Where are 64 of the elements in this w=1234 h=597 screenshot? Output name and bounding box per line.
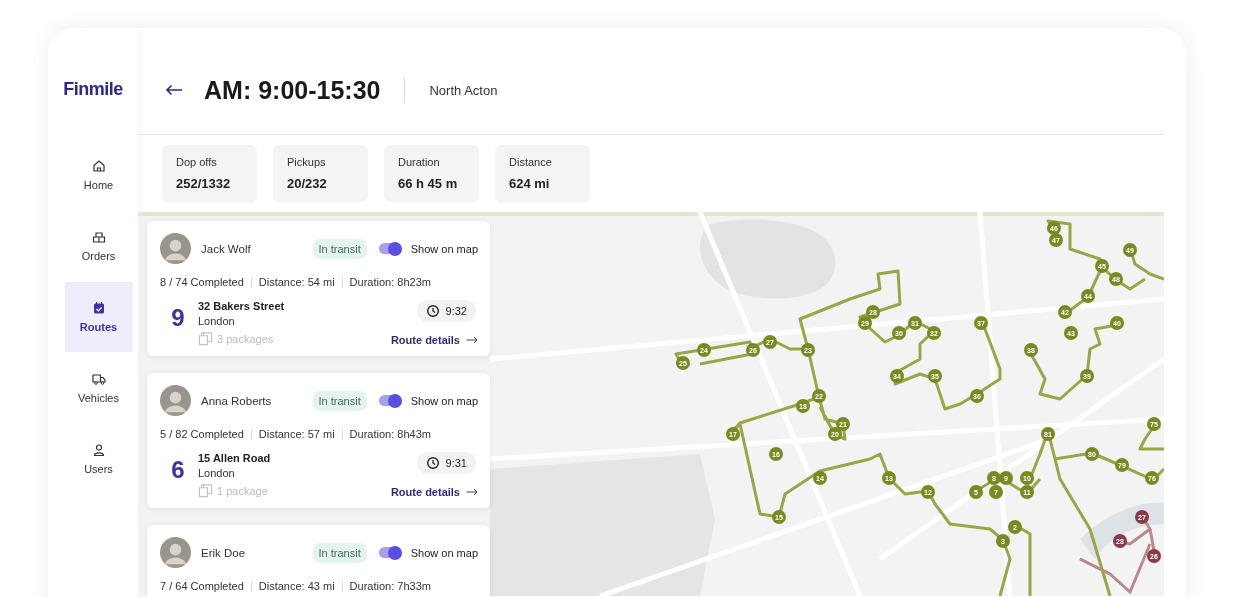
clock-icon: [425, 304, 440, 318]
completed-count: 5 / 82 Completed: [160, 428, 244, 440]
street-address: 15 Allen Road: [198, 452, 272, 464]
status-badge: In transit: [312, 238, 367, 259]
eta-badge: 9:31: [416, 452, 476, 474]
driver-name: Jack Wolf: [201, 242, 252, 255]
completed-count: 7 / 64 Completed: [160, 580, 244, 592]
status-badge: In transit: [312, 390, 367, 411]
driver-name: Erik Doe: [201, 546, 247, 559]
duration-text: Duration: 7h33m: [349, 580, 431, 592]
stat-value: 252/1332: [176, 176, 232, 191]
toggle-switch[interactable]: [378, 547, 401, 558]
page-title: AM: 9:00-15:30: [204, 75, 381, 105]
duration-text: Duration: 8h43m: [349, 428, 431, 440]
stat-label: Dop offs: [176, 156, 218, 168]
city-name: London: [198, 467, 236, 479]
completed-count: 8 / 74 Completed: [160, 276, 244, 288]
location-label: North Acton: [429, 82, 498, 98]
sidebar-item[interactable]: Orders: [64, 211, 133, 281]
street-address: 32 Bakers Street: [198, 300, 286, 312]
eta-badge: 9:32: [416, 300, 476, 322]
distance-text: Distance: 54 mi: [258, 276, 335, 288]
calendar-check-icon: [91, 301, 106, 315]
sidebar-item[interactable]: Users: [64, 424, 133, 494]
back-arrow-icon[interactable]: [165, 84, 183, 96]
stat-value: 66 h 45 m: [398, 176, 459, 191]
boxes-icon: [91, 230, 106, 244]
avatar-icon: [160, 233, 191, 264]
stop-number: 9: [170, 304, 186, 333]
truck-icon: [91, 372, 106, 386]
toggle-label: Show on map: [410, 546, 478, 559]
toggle-label: Show on map: [410, 394, 478, 407]
package-icon: [198, 483, 213, 498]
stat-value: 624 mi: [509, 176, 551, 191]
duration-text: Duration: 8h23m: [349, 276, 431, 288]
status-badge: In transit: [312, 542, 367, 563]
avatar-icon: [160, 385, 191, 416]
driver-name: Anna Roberts: [201, 394, 273, 407]
stat-label: Pickups: [287, 156, 327, 168]
distance-text: Distance: 43 mi: [258, 580, 335, 592]
user-icon: [91, 443, 106, 457]
toggle-switch[interactable]: [378, 395, 401, 406]
stop-number: 6: [170, 456, 186, 485]
route-details-link[interactable]: Route details: [390, 334, 460, 346]
package-icon: [198, 331, 213, 346]
stat-label: Distance: [509, 156, 553, 168]
city-name: London: [198, 315, 236, 327]
brand-logo[interactable]: Finmile: [63, 79, 123, 100]
stat-label: Duration: [398, 156, 441, 168]
sidebar-item[interactable]: Routes: [64, 282, 133, 352]
home-icon: [91, 159, 106, 173]
toggle-switch[interactable]: [378, 243, 401, 254]
arrow-right-icon: [466, 336, 478, 344]
route-details-link[interactable]: Route details: [390, 486, 460, 498]
sidebar-item[interactable]: Home: [64, 140, 133, 210]
distance-text: Distance: 57 mi: [258, 428, 335, 440]
clock-icon: [425, 456, 440, 470]
arrow-right-icon: [466, 488, 478, 496]
toggle-label: Show on map: [410, 242, 478, 255]
avatar-icon: [160, 537, 191, 568]
package-count: 3 packages: [217, 332, 274, 345]
sidebar-item[interactable]: Vehicles: [64, 353, 133, 423]
package-count: 1 package: [217, 484, 268, 497]
stat-value: 20/232: [287, 176, 328, 191]
